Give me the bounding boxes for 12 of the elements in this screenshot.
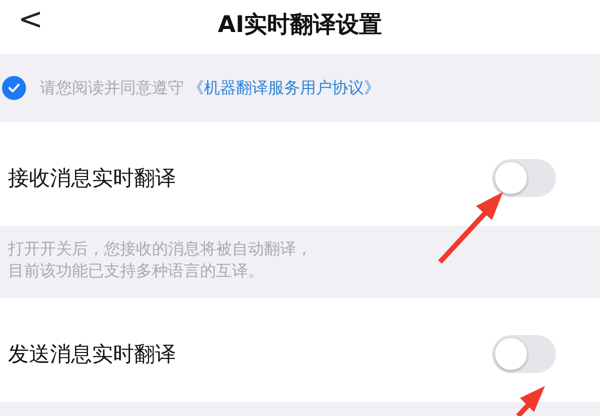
toggle-switch[interactable] [492, 335, 556, 373]
back-button[interactable]: < [18, 2, 44, 37]
annotation-arrow [438, 192, 503, 264]
setting-label: 发送消息实时翻译 [8, 341, 176, 368]
checkbox[interactable] [2, 76, 26, 100]
toggle-switch[interactable] [492, 159, 556, 197]
setting-description: 目前该功能已支持多种语言的互译。 [8, 260, 264, 282]
setting-label: 接收消息实时翻译 [8, 165, 176, 192]
setting-description: 打开开关后，您接收的消息将被自动翻译， [8, 238, 312, 260]
annotation-arrow [516, 386, 545, 416]
page-title: AI实时翻译设置 [218, 10, 382, 40]
agreement-text: 请您阅读并同意遵守 [40, 78, 184, 98]
